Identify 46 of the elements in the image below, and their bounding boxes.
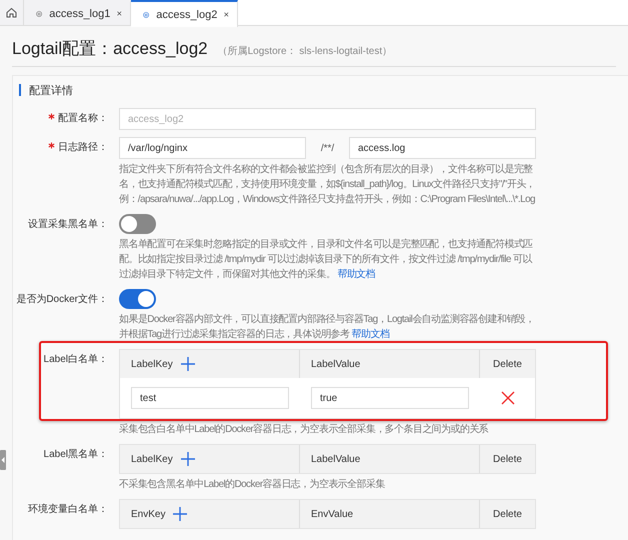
column-header: EnvKey: [131, 508, 166, 520]
tab-label: access_log2: [156, 8, 218, 20]
file-name-field[interactable]: access.log: [349, 137, 536, 159]
field-label: Label白名单：: [42, 352, 109, 367]
field-label: 是否为Docker文件：: [15, 292, 109, 307]
help-text: 不采集包含黑名单中Label的Docker容器日志，为空表示全部采集: [119, 478, 386, 492]
page-subtitle: （所属Logstore： sls-lens-logtail-test）: [218, 44, 392, 58]
column-header: EnvValue: [311, 508, 354, 520]
help-link[interactable]: 帮助文档: [352, 329, 390, 340]
column-header: LabelKey: [131, 358, 173, 370]
help-link[interactable]: 帮助文档: [337, 269, 375, 280]
add-icon[interactable]: [173, 507, 188, 521]
key-field[interactable]: test: [131, 387, 289, 409]
field-label: Label黑名单：: [42, 448, 109, 462]
help-text: 指定文件夹下所有符合文件名称的文件都会被监控到（包含所有层次的目录），文件名称可以是完整名，也支持通配符模式匹配，支持使用环境变量，如${install_path}/log。Linux文件路径只支持"/"开头，例：/apsara/nuwa/.../app.Log，Windows文件路径只支持盘符开头，例如：C:\Program Files\Intel\...\*.Log: [119, 162, 536, 207]
add-icon[interactable]: [180, 452, 195, 466]
toggle-switch[interactable]: [119, 289, 156, 309]
directory-field[interactable]: /var/log/nginx: [119, 137, 306, 159]
help-text: 采集包含白名单中Label的Docker容器日志，为空表示全部采集，多个条目之间为或的关系: [119, 422, 490, 437]
column-header: Delete: [493, 508, 522, 520]
delete-icon[interactable]: [500, 391, 514, 405]
collapse-handle[interactable]: [0, 450, 6, 470]
home-icon: [5, 6, 18, 19]
value-field[interactable]: true: [311, 387, 469, 409]
column-header: LabelValue: [311, 454, 360, 464]
path-separator: /**/: [320, 142, 336, 154]
close-icon[interactable]: [224, 10, 229, 19]
help-text: 如果是Docker容器内部文件，可以直接配置内部路径与容器Tag，Logtail会自动监测容器创建和销毁，并根据Tag进行过滤采集指定容器的日志，具体说明参考 帮助文档: [119, 312, 536, 342]
column-header: LabelValue: [311, 358, 360, 370]
section-title: 配置详情: [29, 84, 73, 98]
column-header: LabelKey: [131, 454, 173, 464]
home-tab[interactable]: [0, 0, 24, 25]
toggle-switch[interactable]: [119, 214, 156, 234]
field-label: 环境变量白名单：: [27, 502, 109, 517]
field-label: 配置名称：: [13, 108, 119, 130]
help-text: 黑名单配置可在采集时忽略指定的目录或文件，目录和文件名可以是完整匹配，也支持通配符模式匹配。比如指定按目录过滤 /tmp/mydir 可以过滤掉该目录下的所有文件，按文件过滤 /tmp/mydir/file 可以过滤掉目录下特定文件，而保留对其他文件的采集。 帮助文档: [119, 238, 534, 282]
tab[interactable]: access_log2: [131, 0, 238, 27]
tab[interactable]: access_log1: [24, 0, 131, 25]
page-title: Logtail配置：access_log2: [12, 38, 208, 60]
column-header: Delete: [493, 358, 522, 370]
add-icon[interactable]: [180, 357, 195, 371]
field-label: 设置采集黑名单：: [27, 218, 109, 232]
column-header: Delete: [493, 454, 522, 464]
tab-label: access_log1: [49, 8, 110, 20]
field-label: 日志路径：: [13, 137, 119, 159]
close-icon[interactable]: [117, 9, 122, 18]
